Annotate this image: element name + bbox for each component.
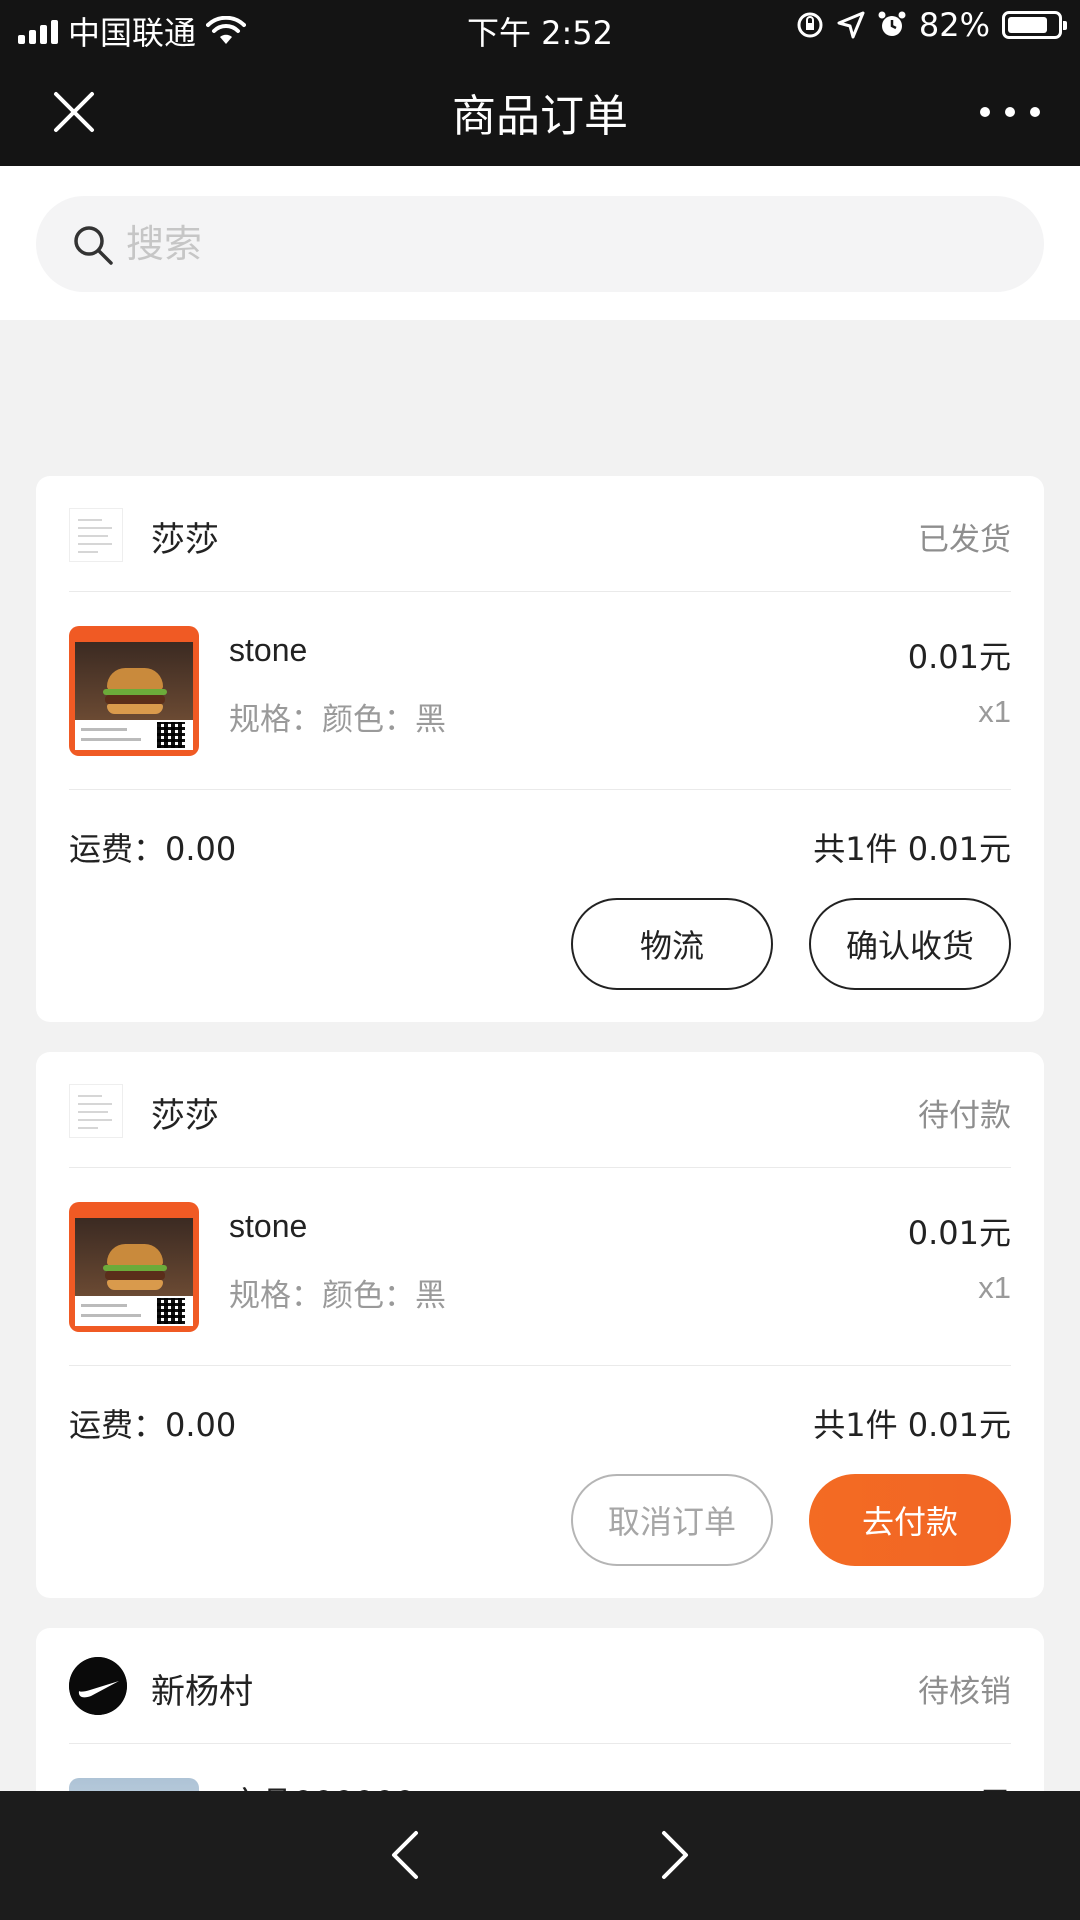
shop-name[interactable]: 莎莎 xyxy=(151,1088,219,1137)
logistics-button[interactable]: 物流 xyxy=(571,898,773,990)
order-status: 待核销 xyxy=(918,1674,1011,1710)
nike-logo-icon xyxy=(69,1657,127,1715)
product-spec: 规格：颜色：黑 xyxy=(229,1278,446,1314)
confirm-receipt-button[interactable]: 确认收货 xyxy=(809,898,1011,990)
chevron-right-icon[interactable] xyxy=(642,1825,702,1885)
order-card-header: 莎莎 待付款 xyxy=(69,1052,1011,1168)
shipping-fee: 运费：0.00 xyxy=(69,1406,237,1444)
shop-name[interactable]: 新杨村 xyxy=(151,1664,253,1713)
cancel-order-button[interactable]: 取消订单 xyxy=(571,1474,773,1566)
product-price: 0.01元 xyxy=(907,1214,1011,1252)
product-spec: 规格：颜色：黑 xyxy=(229,702,446,738)
shop-logo xyxy=(69,508,123,562)
order-total: 共1件 0.01元 xyxy=(813,830,1011,868)
bottom-toolbar xyxy=(0,1791,1080,1920)
chevron-left-icon[interactable] xyxy=(378,1825,438,1885)
order-total: 共1件 0.01元 xyxy=(813,1406,1011,1444)
order-card[interactable]: 莎莎 待付款 stone 规格：颜色：黑 0.01元 x1 运费：0.00 共1… xyxy=(36,1052,1044,1598)
product-image xyxy=(69,1202,199,1332)
order-card-header: 新杨村 待核销 xyxy=(69,1628,1011,1744)
product-price: 0.01元 xyxy=(907,638,1011,676)
product-quantity: x1 xyxy=(978,694,1011,729)
order-list-screen: 中国联通 下午 2:52 82% 商品订单 搜索 莎莎 已发货 stone 规格… xyxy=(0,0,1080,1920)
search-input[interactable] xyxy=(126,196,1006,292)
page-title: 商品订单 xyxy=(452,92,628,141)
product-image xyxy=(69,626,199,756)
search-icon xyxy=(74,226,113,265)
order-status: 待付款 xyxy=(918,1098,1011,1134)
order-item[interactable]: stone 规格：颜色：黑 0.01元 x1 xyxy=(69,592,1011,790)
orientation-lock-icon xyxy=(797,12,823,38)
battery-percent: 82% xyxy=(918,6,990,44)
navigation-bar: 商品订单 xyxy=(0,54,1080,166)
status-bar-right: 82% xyxy=(795,6,1067,44)
location-icon xyxy=(837,11,865,39)
search-section xyxy=(0,166,1080,320)
battery-icon xyxy=(1002,11,1067,39)
order-card[interactable]: 莎莎 已发货 stone 规格：颜色：黑 0.01元 x1 运费：0.00 共1… xyxy=(36,476,1044,1022)
search-bar[interactable] xyxy=(36,196,1044,292)
order-actions: 取消订单 去付款 xyxy=(69,1474,1011,1598)
shipping-fee: 运费：0.00 xyxy=(69,830,237,868)
shop-logo xyxy=(69,1084,123,1138)
product-quantity: x1 xyxy=(978,1270,1011,1305)
alarm-icon xyxy=(878,11,906,36)
more-icon[interactable] xyxy=(980,92,1040,132)
order-actions: 物流 确认收货 xyxy=(69,898,1011,1022)
pay-now-button[interactable]: 去付款 xyxy=(809,1474,1011,1566)
order-status: 已发货 xyxy=(918,522,1011,558)
product-name: stone xyxy=(229,1208,308,1244)
order-card-header: 莎莎 已发货 xyxy=(69,476,1011,592)
order-item[interactable]: stone 规格：颜色：黑 0.01元 x1 xyxy=(69,1168,1011,1366)
status-bar: 中国联通 下午 2:52 82% xyxy=(0,0,1080,54)
order-summary: 运费：0.00 共1件 0.01元 xyxy=(69,1366,1011,1474)
order-summary: 运费：0.00 共1件 0.01元 xyxy=(69,790,1011,898)
product-name: stone xyxy=(229,632,308,668)
shop-name[interactable]: 莎莎 xyxy=(151,512,219,561)
